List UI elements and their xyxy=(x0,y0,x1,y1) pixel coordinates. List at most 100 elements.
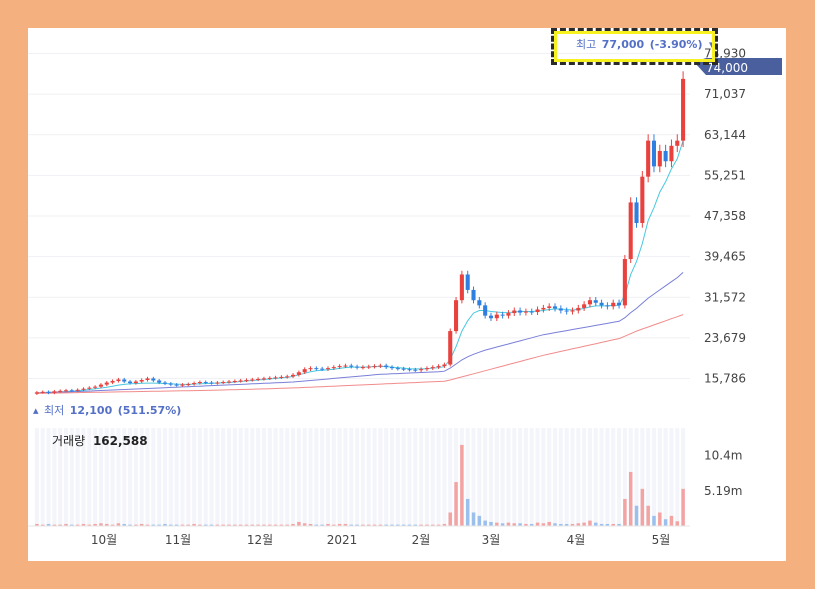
volume-bar xyxy=(460,444,464,526)
volume-bar xyxy=(483,520,487,526)
volume-bar xyxy=(454,482,458,526)
candle-body xyxy=(500,314,505,316)
candle-body xyxy=(558,308,563,311)
candle-body xyxy=(93,386,98,388)
volume-bg-bar xyxy=(355,428,360,526)
candle-body xyxy=(424,368,429,370)
volume-bg-bar xyxy=(320,428,325,526)
candle-body xyxy=(611,302,616,307)
candle-body xyxy=(104,382,109,385)
volume-bar xyxy=(634,505,639,526)
volume-bg-bar xyxy=(349,428,354,526)
candle-body xyxy=(296,372,301,375)
low-annotation: ▴ 최저 12,100 (511.57%) xyxy=(33,404,181,417)
volume-bg-bar xyxy=(617,428,622,526)
volume-bar xyxy=(547,521,551,526)
volume-bg-bar xyxy=(395,428,400,526)
volume-bg-bar xyxy=(186,428,191,526)
candle-body xyxy=(634,202,639,223)
candle-body xyxy=(203,382,208,384)
candle-body xyxy=(419,369,424,371)
candle-body xyxy=(250,379,255,381)
volume-bg-bar xyxy=(663,428,668,526)
volume-bg-bar xyxy=(291,428,296,526)
candle-body xyxy=(681,78,686,141)
volume-axis: 10.4m 5.19m xyxy=(704,449,742,498)
volume-bar xyxy=(594,522,598,526)
candle-body xyxy=(430,367,435,369)
volume-bar xyxy=(652,515,656,526)
candle-body xyxy=(675,140,680,146)
volume-bg-bar xyxy=(541,428,546,526)
price-tick-label: 47,358 xyxy=(704,209,746,223)
candle-body xyxy=(81,388,86,390)
volume-bg-bar xyxy=(384,428,389,526)
candle-body xyxy=(529,311,534,313)
volume-bars xyxy=(35,444,685,526)
volume-bg-bar xyxy=(180,428,185,526)
candle-body xyxy=(483,305,488,316)
volume-bg-bar xyxy=(651,428,657,526)
volume-bg-bar xyxy=(552,428,558,526)
volume-bg-bar xyxy=(506,428,511,526)
candle-body xyxy=(582,304,587,308)
candle-body xyxy=(174,384,179,386)
volume-bg-bar xyxy=(331,428,336,526)
volume-bg-bar xyxy=(582,428,587,526)
volume-bg-bar xyxy=(197,428,202,526)
volume-bg-bar xyxy=(430,428,435,526)
candle-body xyxy=(285,376,290,378)
stock-chart[interactable]: 78,93071,03763,14455,25147,35839,46531,5… xyxy=(28,28,786,561)
volume-bg-bar xyxy=(576,428,581,526)
volume-bar xyxy=(535,522,540,526)
candle-body xyxy=(535,309,540,313)
candle-body xyxy=(215,382,220,384)
volume-bg-bar xyxy=(413,428,418,526)
candle-body xyxy=(139,379,144,382)
candle-body xyxy=(355,366,360,368)
price-tick-label: 71,037 xyxy=(704,87,746,101)
candle-body xyxy=(302,369,307,373)
price-tick-label: 15,786 xyxy=(704,372,746,386)
candle-body xyxy=(360,367,365,369)
candle-body xyxy=(407,369,412,371)
volume-bg-bar xyxy=(523,428,528,526)
low-label: 최저 xyxy=(44,404,64,417)
candle-body xyxy=(279,376,284,378)
candle-body xyxy=(69,390,74,392)
volume-bg-bar xyxy=(605,428,610,526)
volume-bar xyxy=(681,488,685,526)
volume-bg-bar xyxy=(337,428,342,526)
candle-body xyxy=(628,202,633,260)
candle-body xyxy=(320,368,325,370)
candle-body xyxy=(337,366,342,368)
candle-body xyxy=(151,378,156,381)
volume-bg-bar xyxy=(151,428,156,526)
moving-average-line xyxy=(36,272,684,394)
volume-bg-bar xyxy=(46,428,51,526)
volume-bar xyxy=(663,519,668,526)
candlesticks xyxy=(34,71,686,396)
candle-body xyxy=(256,378,261,380)
time-tick-label: 4월 xyxy=(567,533,586,547)
candle-body xyxy=(459,274,464,301)
time-tick-label: 3월 xyxy=(482,533,501,547)
candle-body xyxy=(162,382,168,384)
volume-bar xyxy=(669,515,674,526)
volume-bg-bar xyxy=(168,428,173,526)
volume-bg-bar xyxy=(669,428,674,526)
candle-body xyxy=(442,364,447,367)
low-change: (511.57%) xyxy=(118,404,182,417)
volume-bg-bar xyxy=(157,428,162,526)
volume-annotation: 거래량 162,588 xyxy=(52,434,148,448)
candle-body xyxy=(133,381,138,384)
candle-body xyxy=(605,305,610,307)
candle-body xyxy=(186,384,191,386)
candle-body xyxy=(384,365,389,368)
candle-body xyxy=(413,369,418,371)
price-tick-label: 23,679 xyxy=(704,331,746,345)
candle-body xyxy=(366,366,371,368)
candle-body xyxy=(331,367,336,369)
volume-bg-bar xyxy=(250,428,255,526)
volume-bg-bar xyxy=(442,428,447,526)
